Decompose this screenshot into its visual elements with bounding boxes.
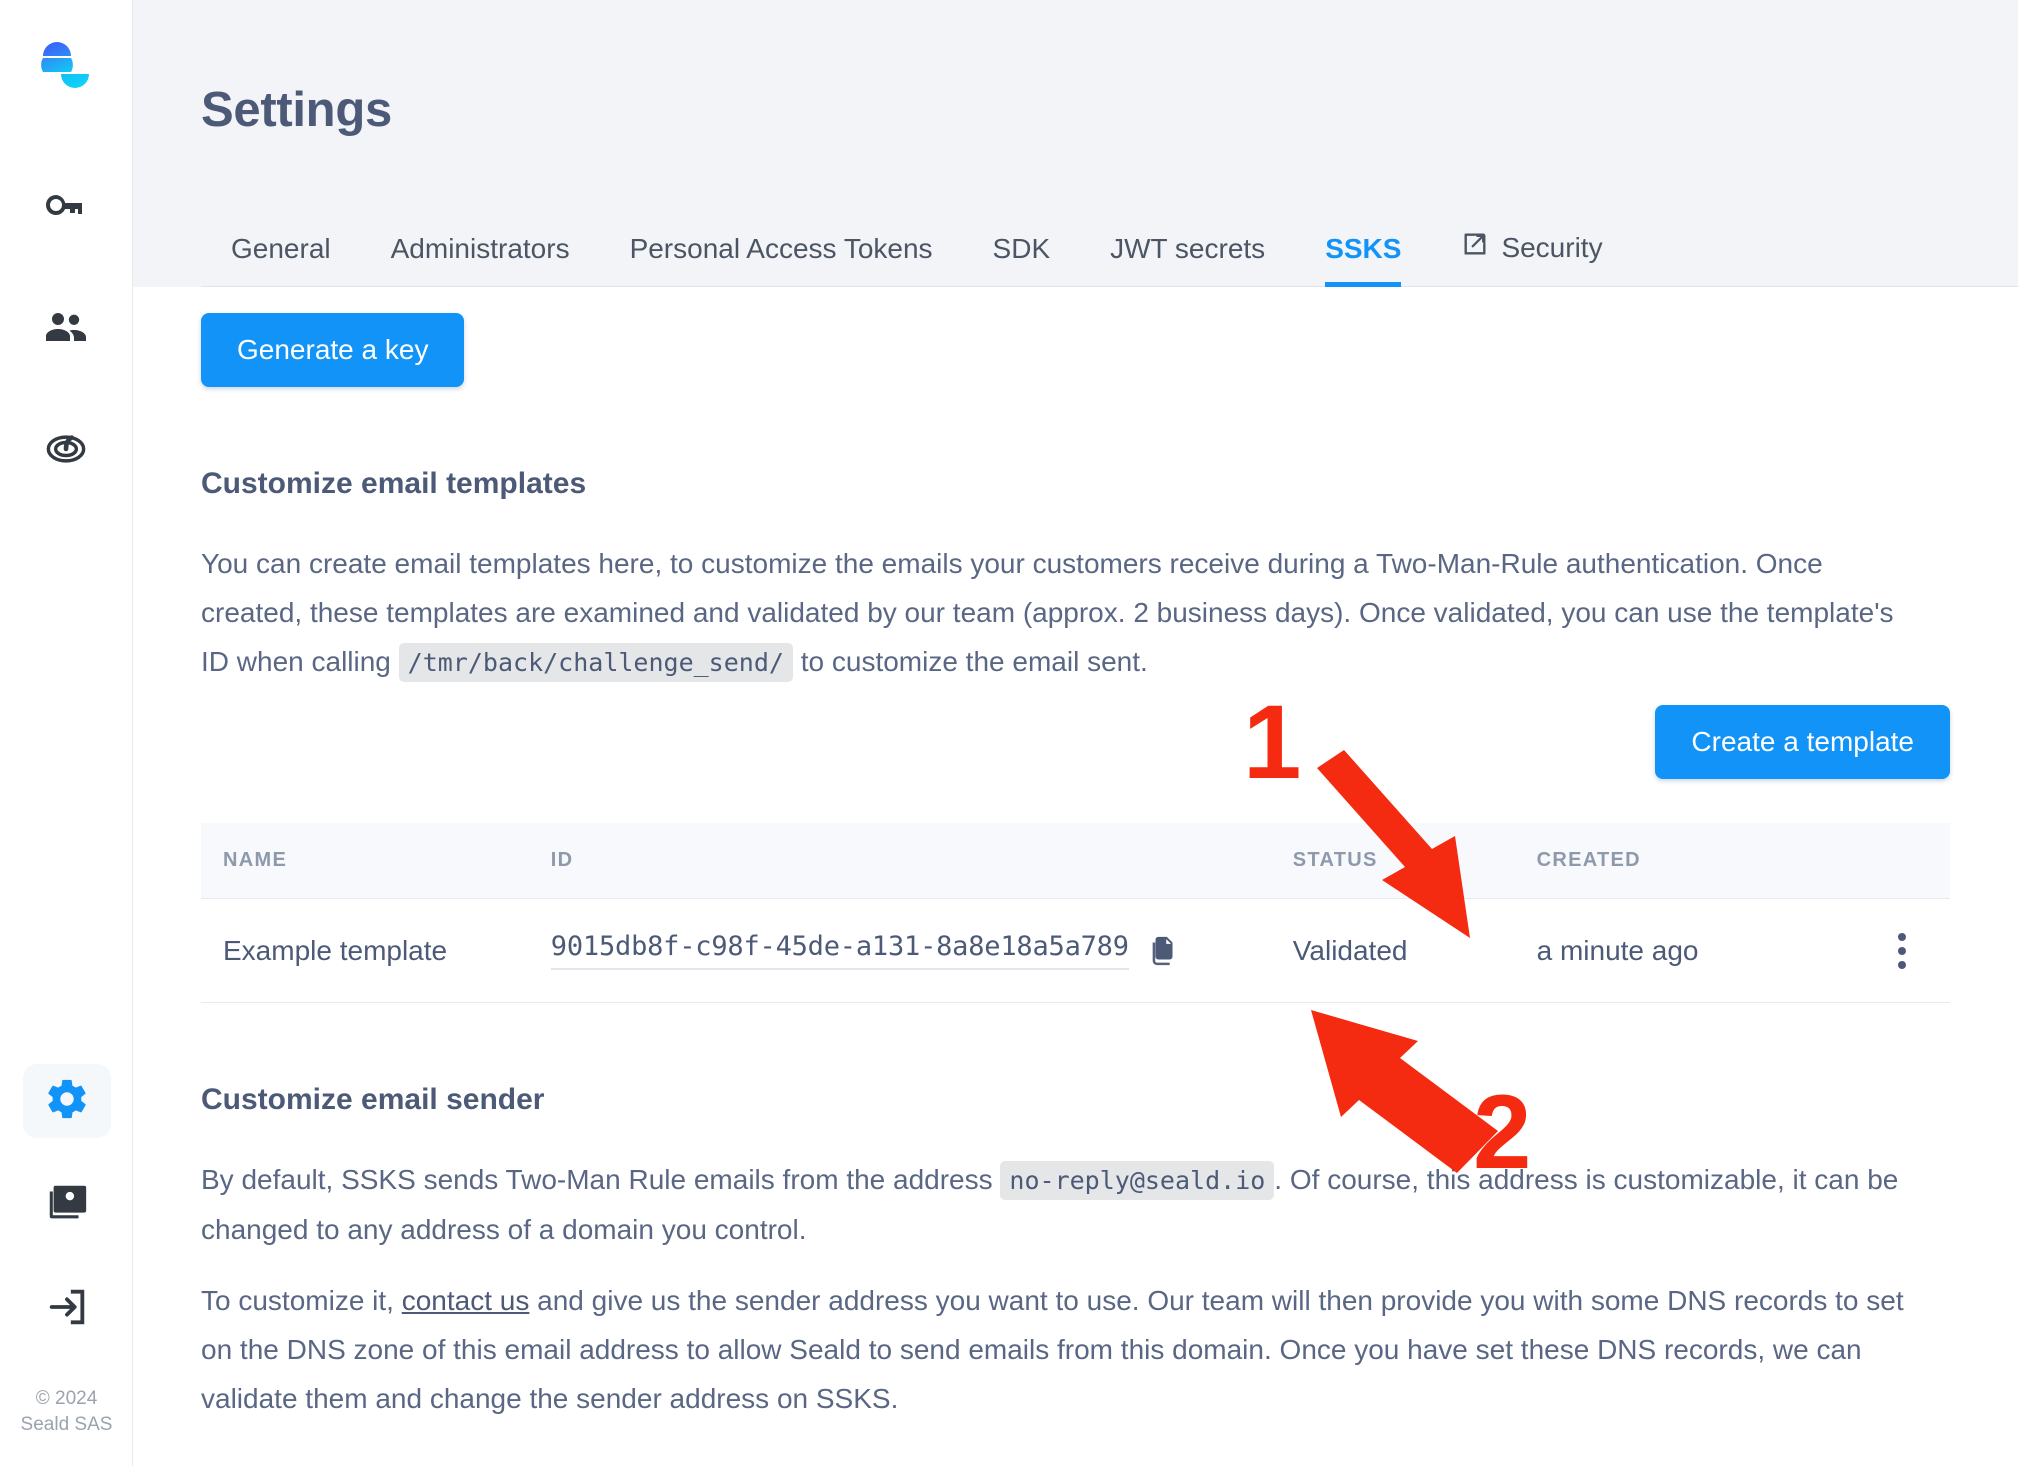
main-panel: Settings General Administrators Personal… [133, 0, 2018, 1466]
templates-section-description: You can create email templates here, to … [201, 539, 1919, 687]
tab-ssks[interactable]: SSKS [1295, 233, 1431, 287]
sender-section-paragraph-1: By default, SSKS sends Two-Man Rule emai… [201, 1155, 1919, 1254]
sidebar-item-logout[interactable] [23, 1272, 111, 1346]
tab-jwt-secrets-label: JWT secrets [1110, 233, 1266, 264]
external-link-icon [1461, 230, 1489, 265]
tab-general[interactable]: General [201, 233, 361, 287]
tab-ssks-label: SSKS [1325, 233, 1402, 264]
main-content: Generate a key Customize email templates… [133, 287, 2018, 1423]
tab-sdk-label: SDK [992, 233, 1051, 264]
copyright: © 2024 Seald SAS [0, 1386, 133, 1438]
create-template-button-row: Create a template [201, 705, 1950, 779]
email-templates-table: NAME ID STATUS CREATED Example template … [201, 823, 1950, 1003]
copyright-company: Seald SAS [20, 1414, 113, 1435]
table-header-row: NAME ID STATUS CREATED [201, 823, 1950, 899]
tab-personal-access-tokens-label: Personal Access Tokens [629, 233, 933, 264]
cell-template-name: Example template [201, 898, 551, 1003]
app-root: © 2024 Seald SAS Settings General Admini… [0, 0, 2018, 1466]
logout-icon [44, 1284, 90, 1335]
copyright-year: © 2024 [35, 1388, 98, 1409]
sidebar: © 2024 Seald SAS [0, 0, 133, 1466]
sidebar-item-keys[interactable] [22, 170, 110, 244]
tab-administrators[interactable]: Administrators [361, 233, 600, 287]
kebab-menu-icon[interactable] [1855, 932, 1950, 969]
gear-icon [44, 1076, 90, 1127]
cell-template-status: Validated [1292, 898, 1537, 1003]
tab-security-label: Security [1501, 231, 1603, 263]
column-header-status: STATUS [1292, 849, 1378, 871]
column-header-name: NAME [223, 849, 288, 871]
table-row: Example template 9015db8f-c98f-45de-a131… [201, 898, 1950, 1003]
sender-p1-part1: By default, SSKS sends Two-Man Rule emai… [201, 1164, 993, 1195]
column-header-created: CREATED [1536, 849, 1641, 871]
generate-key-button[interactable]: Generate a key [201, 313, 465, 387]
table-body: Example template 9015db8f-c98f-45de-a131… [201, 898, 1950, 1003]
create-template-button[interactable]: Create a template [1655, 705, 1950, 779]
sender-section-title: Customize email sender [201, 1083, 545, 1116]
sidebar-item-settings[interactable] [22, 1064, 111, 1138]
cell-template-created: a minute ago [1536, 898, 1855, 1003]
sidebar-nav-top [22, 170, 110, 488]
tab-sdk[interactable]: SDK [963, 233, 1081, 287]
sidebar-item-billing[interactable] [23, 1168, 111, 1242]
templates-section-title: Customize email templates [201, 467, 587, 500]
cell-template-actions [1854, 898, 1950, 1003]
default-sender-email-code: no-reply@seald.io [1000, 1161, 1275, 1200]
templates-description-part2: to customize the email sent. [800, 646, 1148, 677]
sidebar-nav-bottom [0, 1064, 133, 1346]
id-card-icon [44, 1180, 90, 1231]
tab-bar: General Administrators Personal Access T… [201, 230, 2018, 287]
seald-logo-icon[interactable] [31, 30, 101, 100]
template-id-value[interactable]: 9015db8f-c98f-45de-a131-8a8e18a5a789 [550, 931, 1129, 970]
target-icon [43, 426, 89, 477]
column-header-id: ID [550, 849, 574, 871]
cell-template-id: 9015db8f-c98f-45de-a131-8a8e18a5a789 [550, 898, 1293, 1003]
tab-personal-access-tokens[interactable]: Personal Access Tokens [600, 233, 963, 287]
sidebar-item-users[interactable] [22, 292, 110, 366]
challenge-send-endpoint-code: /tmr/back/challenge_send/ [398, 643, 793, 682]
page-header: Settings General Administrators Personal… [133, 0, 2018, 287]
tab-jwt-secrets[interactable]: JWT secrets [1080, 233, 1295, 287]
column-header-actions [1855, 823, 1950, 899]
table-header: NAME ID STATUS CREATED [201, 823, 1950, 899]
copy-icon[interactable] [1147, 934, 1181, 968]
tab-general-label: General [231, 233, 331, 264]
contact-us-link[interactable]: contact us [402, 1285, 530, 1316]
tab-security[interactable]: Security [1431, 230, 1632, 287]
people-icon [42, 303, 90, 356]
key-icon [42, 181, 90, 234]
sender-section-paragraph-2: To customize it, contact us and give us … [201, 1276, 1919, 1423]
sender-p2-part1: To customize it, [201, 1285, 394, 1316]
page-title: Settings [201, 83, 392, 137]
sidebar-item-activity[interactable] [22, 414, 110, 488]
tab-administrators-label: Administrators [390, 233, 570, 264]
